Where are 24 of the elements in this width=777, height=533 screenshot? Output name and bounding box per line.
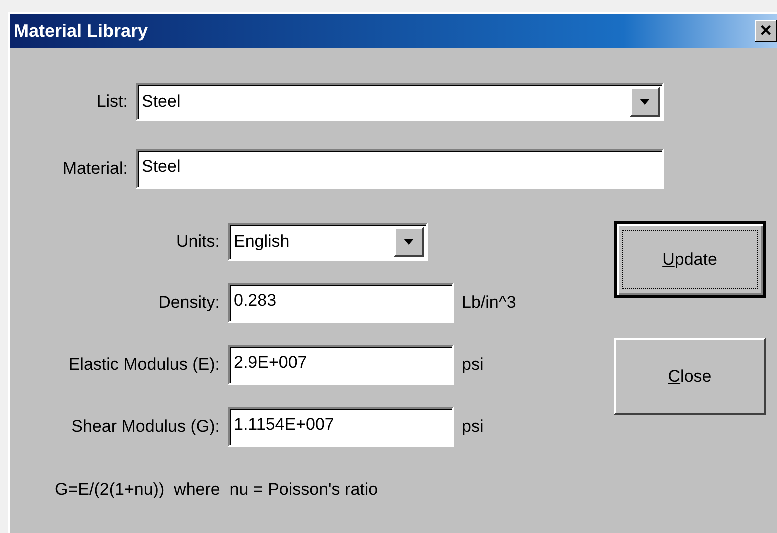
dialog-button[interactable]: Close	[614, 338, 766, 415]
field-label: Density:	[158, 292, 221, 314]
dropdown-field[interactable]: Steel	[136, 83, 664, 121]
dialog-button[interactable]: Update	[614, 221, 766, 298]
input-field[interactable]: 0.283	[228, 283, 454, 323]
dropdown-field[interactable]: English	[228, 223, 428, 261]
field-label: List:	[96, 91, 129, 114]
window-title: Material Library	[14, 20, 150, 43]
unit-label: psi	[462, 416, 484, 438]
input-field[interactable]: 1.1154E+007	[228, 407, 454, 447]
caret-icon	[404, 239, 414, 245]
input-field[interactable]: Steel	[136, 149, 664, 189]
unit-label: Lb/in^3	[462, 292, 516, 314]
dropdown-button[interactable]	[394, 227, 424, 257]
field-label: Units:	[176, 231, 221, 254]
field-label: Elastic Modulus (E):	[68, 354, 221, 376]
input-field[interactable]: 2.9E+007	[228, 345, 454, 385]
caret-icon	[640, 99, 650, 105]
close-button[interactable]: ×	[755, 20, 777, 42]
formula-note: G=E/(2(1+nu)) where nu = Poisson's ratio	[54, 479, 380, 501]
field-label: Shear Modulus (G):	[70, 416, 221, 438]
dropdown-button[interactable]	[630, 87, 660, 117]
field-label: Material:	[62, 158, 129, 180]
unit-label: psi	[462, 354, 484, 376]
